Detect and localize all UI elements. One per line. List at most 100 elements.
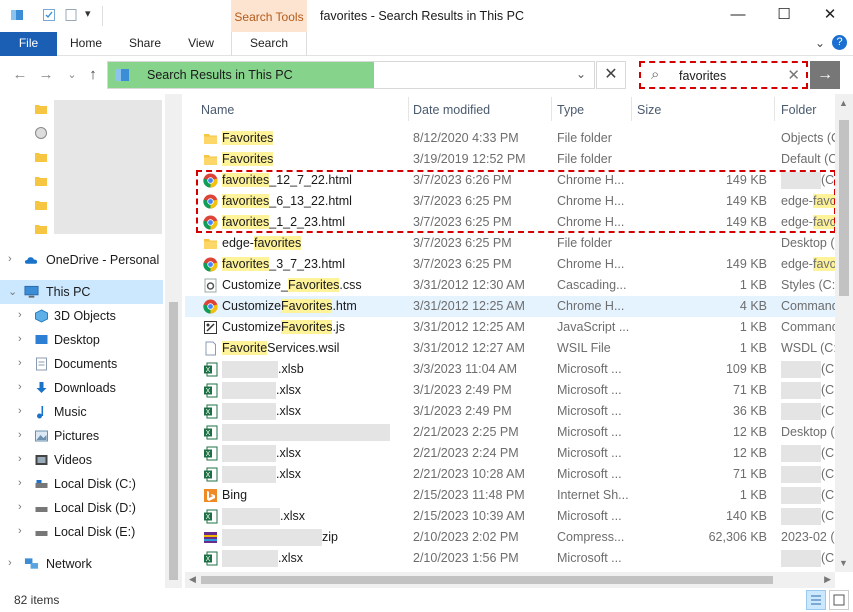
file-row[interactable]: X .xlsx 3/1/2023 2:49 PM Microsoft ... 71 KB… bbox=[185, 380, 835, 401]
divider[interactable] bbox=[631, 97, 632, 121]
search-go-button[interactable]: → bbox=[810, 61, 840, 89]
column-size[interactable]: Size bbox=[637, 103, 661, 117]
chevron-right-icon[interactable]: › bbox=[18, 525, 22, 537]
tab-search[interactable]: Search bbox=[231, 32, 307, 56]
nav-item-videos[interactable]: › Videos bbox=[0, 448, 163, 472]
chevron-right-icon[interactable]: › bbox=[18, 309, 22, 321]
clear-search-icon[interactable]: ✕ bbox=[787, 66, 800, 84]
folder-icon[interactable] bbox=[34, 102, 48, 116]
file-row[interactable]: favorites_12_7_22.html 3/7/2023 6:26 PM Ch… bbox=[185, 170, 835, 191]
back-button[interactable]: ← bbox=[10, 65, 30, 85]
file-row[interactable]: favorites_6_13_22.html 3/7/2023 6:25 PM Ch… bbox=[185, 191, 835, 212]
file-row[interactable]: X .xlsx 2/21/2023 2:24 PM Microsoft ... 12 K… bbox=[185, 443, 835, 464]
address-bar[interactable]: Search Results in This PC ⌄ bbox=[107, 61, 595, 89]
folder-icon[interactable] bbox=[34, 198, 48, 212]
stop-search-button[interactable]: ✕ bbox=[596, 61, 626, 89]
scroll-up-icon[interactable]: ▲ bbox=[839, 98, 848, 108]
nav-item-documents[interactable]: › Documents bbox=[0, 352, 163, 376]
file-row[interactable]: CustomizeFavorites.js 3/31/2012 12:25 AM J… bbox=[185, 317, 835, 338]
chevron-right-icon[interactable]: › bbox=[18, 429, 22, 441]
chevron-right-icon[interactable]: › bbox=[18, 453, 22, 465]
nav-item-music[interactable]: › Music bbox=[0, 400, 163, 424]
forward-button[interactable]: → bbox=[36, 65, 56, 85]
file-list-scroll-thumb[interactable] bbox=[839, 120, 849, 296]
file-row[interactable]: zip 2/10/2023 2:02 PM Compress... 62,306 KB… bbox=[185, 527, 835, 548]
tab-view[interactable]: View bbox=[176, 32, 226, 56]
properties-icon[interactable] bbox=[42, 8, 56, 22]
file-row[interactable]: X .xlsx 2/21/2023 10:28 AM Microsoft ... 71 … bbox=[185, 464, 835, 485]
divider[interactable] bbox=[551, 97, 552, 121]
nav-item-local-disk-c[interactable]: › Local Disk (C:) bbox=[0, 472, 163, 496]
up-button[interactable]: ↑ bbox=[83, 65, 103, 85]
details-view-button[interactable] bbox=[806, 590, 826, 610]
horizontal-scroll-thumb[interactable] bbox=[201, 576, 773, 584]
horizontal-scrollbar[interactable]: ◀ ▶ bbox=[185, 572, 835, 588]
chevron-right-icon[interactable]: › bbox=[8, 253, 12, 265]
minimize-button[interactable]: — bbox=[715, 0, 761, 32]
nav-item-onedrive[interactable]: › OneDrive - Personal bbox=[0, 248, 163, 272]
chevron-right-icon[interactable]: › bbox=[18, 357, 22, 369]
file-row[interactable]: X .xlsx 2/10/2023 1:56 PM Microsoft ... (C bbox=[185, 548, 835, 569]
recent-locations-button[interactable]: ⌄ bbox=[62, 65, 82, 85]
file-row[interactable]: Favorites 3/19/2019 12:52 PM File folder De… bbox=[185, 149, 835, 170]
file-row[interactable]: X .xlsx 2/15/2023 10:39 AM Microsoft ... 140… bbox=[185, 506, 835, 527]
search-input[interactable]: favorites bbox=[679, 69, 726, 83]
scroll-down-icon[interactable]: ▼ bbox=[839, 558, 848, 568]
file-row[interactable]: Customize_Favorites.css 3/31/2012 12:30 A… bbox=[185, 275, 835, 296]
nav-item-downloads[interactable]: › Downloads bbox=[0, 376, 163, 400]
tab-share[interactable]: Share bbox=[118, 32, 172, 56]
tab-home[interactable]: Home bbox=[60, 32, 112, 56]
scroll-right-icon[interactable]: ▶ bbox=[824, 574, 831, 585]
chevron-right-icon[interactable]: › bbox=[18, 477, 22, 489]
nav-item-network[interactable]: › Network bbox=[0, 552, 163, 576]
folder-match: favo bbox=[812, 215, 835, 229]
tab-file[interactable]: File bbox=[0, 32, 57, 56]
nav-item-pictures[interactable]: › Pictures bbox=[0, 424, 163, 448]
divider[interactable] bbox=[774, 97, 775, 121]
folder-icon[interactable] bbox=[34, 150, 48, 164]
divider[interactable] bbox=[408, 97, 409, 121]
chevron-right-icon[interactable]: › bbox=[18, 381, 22, 393]
nav-item-this-pc[interactable]: ⌄ This PC bbox=[0, 280, 163, 304]
nav-item-3d-objects[interactable]: › 3D Objects bbox=[0, 304, 163, 328]
nav-item-local-disk-d[interactable]: › Local Disk (D:) bbox=[0, 496, 163, 520]
file-row[interactable]: FavoriteServices.wsil 3/31/2012 12:27 AM W… bbox=[185, 338, 835, 359]
file-row[interactable]: CustomizeFavorites.htm 3/31/2012 12:25 AM… bbox=[185, 296, 835, 317]
folder-icon[interactable] bbox=[34, 222, 48, 236]
column-folder[interactable]: Folder bbox=[781, 103, 816, 117]
address-dropdown-icon[interactable]: ⌄ bbox=[576, 67, 586, 81]
maximize-button[interactable]: ☐ bbox=[761, 0, 807, 32]
folder-match: favo bbox=[812, 257, 835, 271]
nav-scrollbar[interactable] bbox=[165, 94, 182, 588]
nav-scroll-thumb[interactable] bbox=[169, 302, 178, 580]
ribbon-expand-icon[interactable]: ⌄ bbox=[815, 36, 825, 50]
nav-item-local-disk-e[interactable]: › Local Disk (E:) bbox=[0, 520, 163, 544]
file-row[interactable]: Favorites 8/12/2020 4:33 PM File folder Obj… bbox=[185, 128, 835, 149]
file-list-scrollbar[interactable]: ▲ ▼ bbox=[835, 94, 853, 572]
close-button[interactable]: ✕ bbox=[807, 0, 853, 32]
file-row[interactable]: favorites_1_2_23.html 3/7/2023 6:25 PM Chr… bbox=[185, 212, 835, 233]
folder-icon[interactable] bbox=[34, 174, 48, 188]
file-row[interactable]: X .xlsb 3/3/2023 11:04 AM Microsoft ... 109 … bbox=[185, 359, 835, 380]
file-row[interactable]: favorites_3_7_23.html 3/7/2023 6:25 PM Chr… bbox=[185, 254, 835, 275]
new-folder-icon[interactable] bbox=[64, 8, 78, 22]
search-box[interactable]: ⌕ favorites ✕ bbox=[639, 61, 808, 89]
chevron-right-icon[interactable]: › bbox=[18, 333, 22, 345]
file-row[interactable]: edge-favorites 3/7/2023 6:25 PM File folde… bbox=[185, 233, 835, 254]
column-date-modified[interactable]: Date modified bbox=[413, 103, 490, 117]
file-row[interactable]: X .xlsx 3/1/2023 2:49 PM Microsoft ... 36 KB… bbox=[185, 401, 835, 422]
file-row[interactable]: Bing 2/15/2023 11:48 PM Internet Sh... 1 KB… bbox=[185, 485, 835, 506]
scroll-left-icon[interactable]: ◀ bbox=[189, 574, 196, 585]
chevron-right-icon[interactable]: › bbox=[18, 405, 22, 417]
network-drive-icon[interactable] bbox=[34, 126, 48, 140]
nav-item-desktop[interactable]: › Desktop bbox=[0, 328, 163, 352]
qat-customize-icon[interactable]: ▾ bbox=[85, 7, 91, 20]
column-type[interactable]: Type bbox=[557, 103, 584, 117]
column-name[interactable]: Name bbox=[201, 103, 234, 117]
chevron-right-icon[interactable]: › bbox=[18, 501, 22, 513]
file-row[interactable]: X 2/21/2023 2:25 PM Microsoft ... 12 KB Desk… bbox=[185, 422, 835, 443]
large-icons-view-button[interactable] bbox=[829, 590, 849, 610]
help-icon[interactable]: ? bbox=[832, 35, 847, 50]
chevron-down-icon[interactable]: ⌄ bbox=[8, 285, 17, 298]
chevron-right-icon[interactable]: › bbox=[8, 557, 12, 569]
